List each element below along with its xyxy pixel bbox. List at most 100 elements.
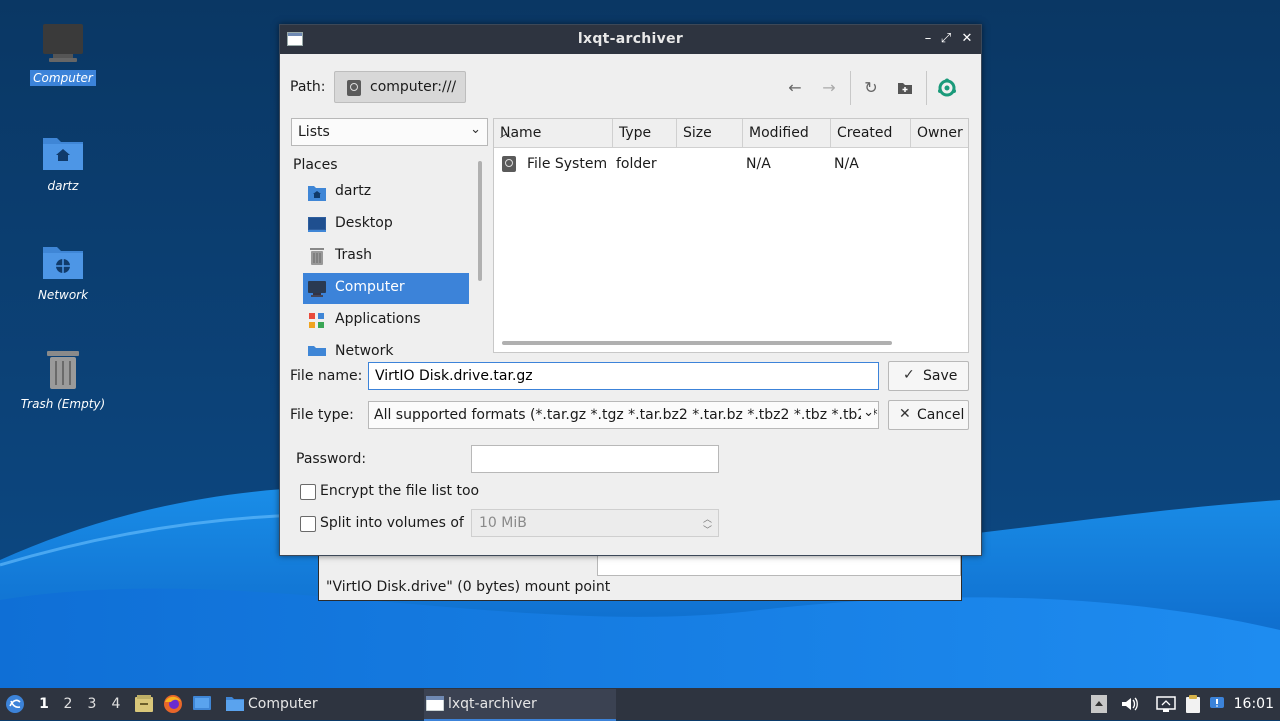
task-lxqt-archiver[interactable]: lxqt-archiver bbox=[424, 689, 616, 721]
dialog-titlebar[interactable]: lxqt-archiver – ⤢ ✕ bbox=[280, 25, 981, 54]
places-scrollbar[interactable] bbox=[478, 161, 482, 281]
desktop-icon-label: Computer bbox=[30, 70, 96, 86]
path-label: Path: bbox=[290, 79, 326, 95]
column-header-created[interactable]: Created bbox=[831, 119, 911, 147]
firefox-icon bbox=[164, 695, 182, 713]
row-created: N/A bbox=[834, 156, 859, 172]
places-item-applications[interactable]: Applications bbox=[303, 305, 469, 336]
path-button-label: computer:/// bbox=[370, 79, 457, 95]
places-item-network[interactable]: Network bbox=[303, 337, 469, 356]
reload-icon[interactable]: ↻ bbox=[860, 77, 882, 99]
cancel-button[interactable]: ✕ Cancel bbox=[888, 400, 969, 430]
file-type-label: File type: bbox=[290, 407, 354, 423]
trash-icon bbox=[41, 348, 85, 392]
save-archive-dialog: lxqt-archiver – ⤢ ✕ Path: computer:/// ←… bbox=[279, 24, 982, 556]
encrypt-file-list-checkbox[interactable] bbox=[300, 484, 316, 500]
password-input[interactable] bbox=[471, 445, 719, 473]
row-modified: N/A bbox=[746, 156, 771, 172]
sort-ascending-icon: ︿ bbox=[500, 127, 511, 140]
desktop-icon-dartz[interactable]: dartz bbox=[15, 130, 111, 194]
new-folder-icon[interactable] bbox=[894, 77, 916, 99]
task-computer[interactable]: Computer bbox=[224, 689, 414, 719]
toolbar-separator bbox=[850, 71, 851, 105]
quicklaunch-firefox[interactable] bbox=[163, 688, 185, 720]
workspace-4[interactable]: 4 bbox=[108, 696, 124, 712]
volume-size-spinbox[interactable]: 10 MiB ︿ ﹀ bbox=[471, 509, 719, 537]
dialog-title: lxqt-archiver bbox=[577, 31, 684, 47]
toolbar-separator bbox=[926, 71, 927, 105]
network-folder-icon bbox=[41, 239, 85, 283]
clock[interactable]: 16:01 bbox=[1234, 696, 1274, 712]
spin-down-icon[interactable]: ﹀ bbox=[703, 523, 712, 536]
volume-icon[interactable] bbox=[1120, 695, 1138, 713]
maximize-icon[interactable]: ⤢ bbox=[937, 30, 955, 48]
file-list-header: Name ︿ Type Size Modified Created Owner bbox=[494, 119, 968, 148]
volume-size-value: 10 MiB bbox=[479, 515, 527, 531]
quicklaunch-file-manager[interactable] bbox=[134, 688, 156, 720]
desktop-icon-trash[interactable]: Trash (Empty) bbox=[15, 348, 111, 412]
column-header-name[interactable]: Name ︿ bbox=[494, 119, 613, 147]
tray-show-hidden-icon[interactable] bbox=[1091, 695, 1109, 713]
column-header-owner[interactable]: Owner bbox=[911, 119, 968, 147]
computer-folder-icon bbox=[226, 696, 244, 711]
password-label: Password: bbox=[296, 451, 367, 467]
file-name-input-box bbox=[368, 362, 879, 390]
places-item-label: Applications bbox=[335, 311, 421, 327]
places-item-computer[interactable]: Computer bbox=[303, 273, 469, 304]
view-mode-select[interactable]: Lists ⌄ bbox=[291, 118, 488, 146]
encrypt-file-list-label: Encrypt the file list too bbox=[320, 483, 480, 499]
network-tray-icon[interactable] bbox=[1156, 695, 1176, 713]
column-header-modified[interactable]: Modified bbox=[743, 119, 831, 147]
desktop-icon-computer[interactable]: Computer bbox=[15, 22, 111, 86]
workspace-2[interactable]: 2 bbox=[60, 696, 76, 712]
split-volumes-checkbox[interactable] bbox=[300, 516, 316, 532]
places-header: Places bbox=[293, 157, 338, 173]
file-name-input[interactable] bbox=[369, 363, 878, 389]
places-item-dartz[interactable]: dartz bbox=[303, 177, 469, 208]
column-header-type[interactable]: Type bbox=[613, 119, 677, 147]
checkmark-icon: ✓ bbox=[903, 367, 915, 383]
file-type-value: All supported formats (*.tar.gz *.tgz *.… bbox=[374, 407, 879, 423]
save-button[interactable]: ✓ Save bbox=[888, 361, 969, 391]
places-item-label: Desktop bbox=[335, 215, 393, 231]
close-icon[interactable]: ✕ bbox=[958, 30, 976, 48]
back-arrow-icon[interactable]: ← bbox=[784, 77, 806, 99]
column-header-size[interactable]: Size bbox=[677, 119, 743, 147]
split-volumes-label: Split into volumes of bbox=[320, 515, 464, 531]
file-list-hscrollbar[interactable] bbox=[502, 341, 892, 345]
forward-arrow-icon[interactable]: → bbox=[818, 77, 840, 99]
places-item-desktop[interactable]: Desktop bbox=[303, 209, 469, 240]
computer-icon bbox=[41, 22, 85, 66]
desktop-icon-label: Network bbox=[37, 288, 89, 302]
drive-icon bbox=[502, 156, 516, 172]
row-name: File System bbox=[527, 156, 608, 172]
applications-icon bbox=[308, 312, 326, 329]
file-type-select[interactable]: All supported formats (*.tar.gz *.tgz *.… bbox=[368, 401, 879, 429]
taskbar: 1 2 3 4 Computer lxqt-archiver 16:01 bbox=[0, 688, 1280, 721]
places-item-trash[interactable]: Trash bbox=[303, 241, 469, 272]
home-folder-icon bbox=[41, 130, 85, 174]
minimize-icon[interactable]: – bbox=[919, 30, 937, 48]
chevron-down-icon: ⌄ bbox=[470, 122, 481, 137]
lxqt-icon[interactable] bbox=[936, 77, 958, 99]
desktop-icon-label: Trash (Empty) bbox=[20, 397, 106, 411]
desktop-icon-network[interactable]: Network bbox=[15, 239, 111, 303]
notification-icon[interactable] bbox=[1210, 695, 1228, 713]
computer-icon bbox=[308, 280, 326, 297]
window-app-icon bbox=[425, 695, 445, 712]
view-mode-value: Lists bbox=[298, 124, 330, 140]
workspace-switcher: 1 2 3 4 bbox=[32, 688, 128, 720]
show-desktop-icon bbox=[193, 696, 211, 710]
clipboard-icon[interactable] bbox=[1184, 695, 1202, 713]
places-item-label: Trash bbox=[335, 247, 372, 263]
places-panel: Places dartz Desktop Trash Computer Appl… bbox=[290, 151, 484, 356]
start-menu-button[interactable] bbox=[4, 688, 28, 720]
chevron-down-icon: ⌄ bbox=[861, 405, 874, 420]
quicklaunch-desktop[interactable] bbox=[192, 688, 214, 720]
path-button-computer[interactable]: computer:/// bbox=[334, 71, 466, 103]
file-list: Name ︿ Type Size Modified Created Owner … bbox=[493, 118, 969, 353]
table-row[interactable]: File System folder N/A N/A bbox=[494, 150, 968, 180]
workspace-3[interactable]: 3 bbox=[84, 696, 100, 712]
workspace-1[interactable]: 1 bbox=[36, 696, 52, 712]
places-item-label: Network bbox=[335, 343, 394, 356]
